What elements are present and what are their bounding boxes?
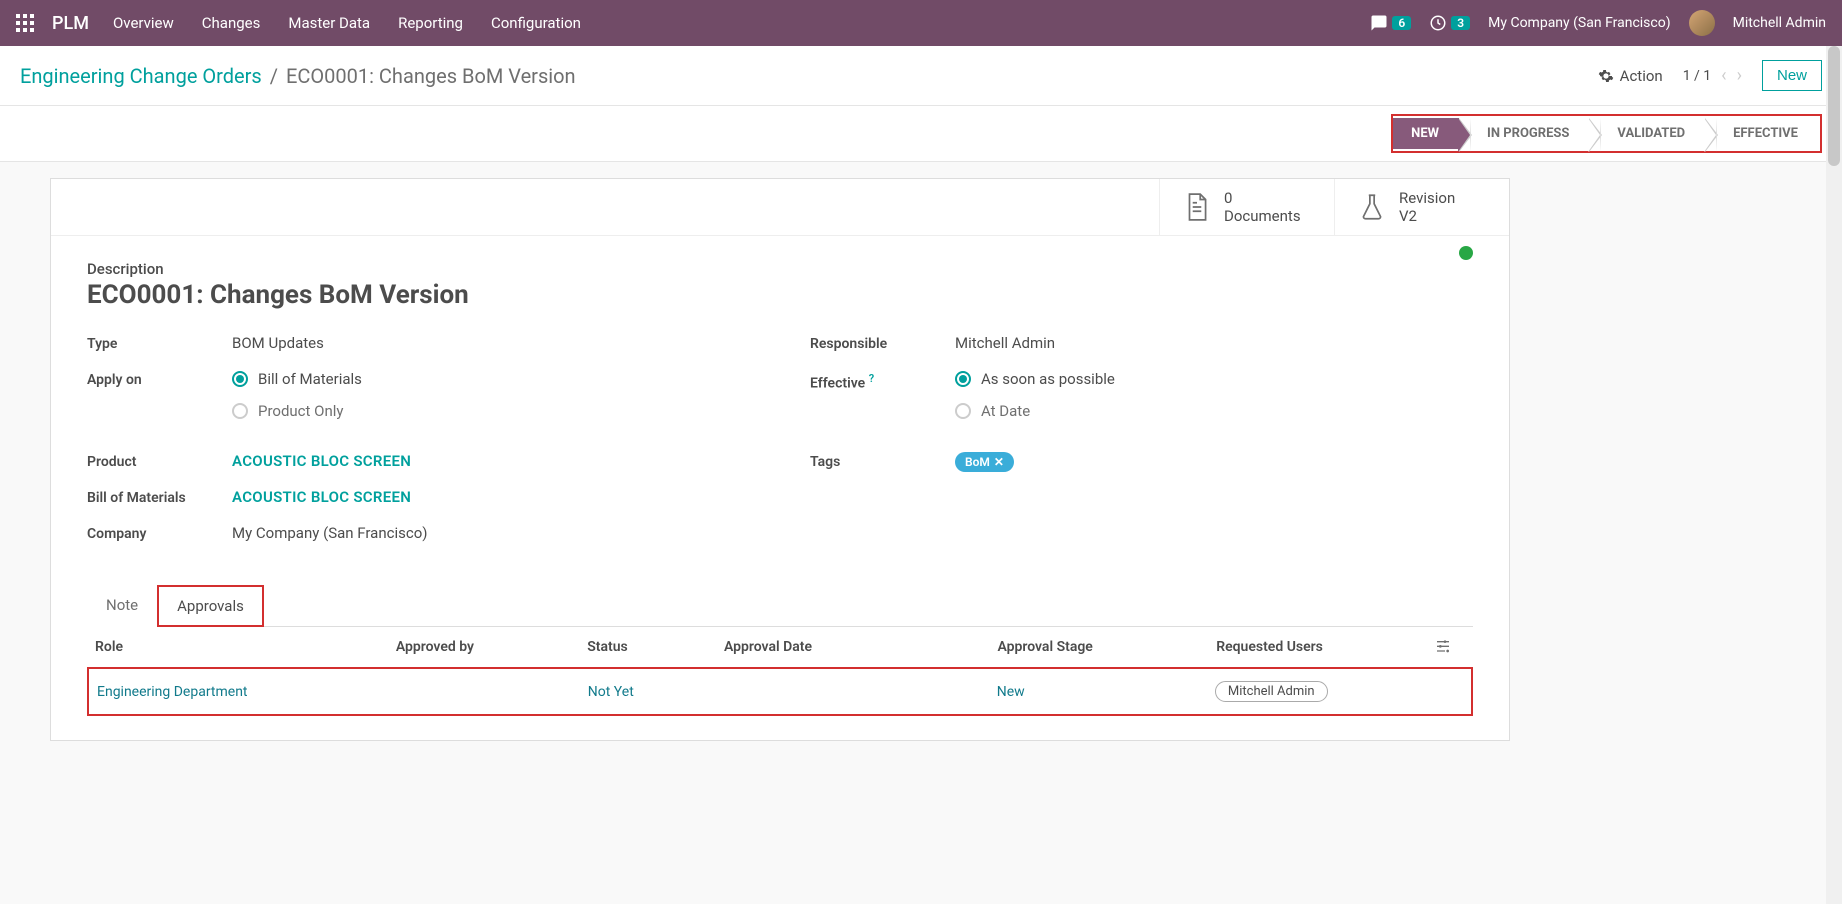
cell-approval-stage[interactable]: New [997, 684, 1215, 700]
messages-button[interactable]: 6 [1370, 14, 1411, 32]
nav-master-data[interactable]: Master Data [288, 14, 370, 32]
action-label: Action [1620, 67, 1663, 85]
user-menu[interactable]: Mitchell Admin [1733, 15, 1826, 31]
app-brand[interactable]: PLM [52, 13, 89, 34]
product-value[interactable]: ACOUSTIC BLOC SCREEN [232, 452, 750, 470]
cell-status[interactable]: Not Yet [588, 684, 724, 700]
file-icon [1184, 192, 1210, 222]
new-button[interactable]: New [1762, 60, 1822, 91]
header-role: Role [95, 639, 396, 655]
messages-badge: 6 [1392, 16, 1411, 30]
apply-on-label: Apply on [87, 370, 232, 388]
tabs: Note Approvals Role Approved by Status A… [87, 584, 1473, 716]
breadcrumb-current: ECO0001: Changes BoM Version [286, 64, 576, 88]
tags-label: Tags [810, 452, 955, 470]
radio-icon [955, 403, 971, 419]
nav-links: Overview Changes Master Data Reporting C… [113, 14, 581, 32]
nav-changes[interactable]: Changes [202, 14, 261, 32]
nav-reporting[interactable]: Reporting [398, 14, 463, 32]
apply-on-bom-option[interactable]: Bill of Materials [232, 370, 750, 388]
kanban-state-dot[interactable] [1459, 246, 1473, 260]
columns-config-icon[interactable] [1435, 639, 1465, 655]
pager-prev[interactable]: ‹ [1721, 65, 1726, 86]
gear-icon [1598, 68, 1614, 84]
product-label: Product [87, 452, 232, 470]
header-approval-stage: Approval Stage [997, 639, 1216, 655]
tag-bom[interactable]: BoM ✕ [955, 452, 1014, 472]
statusbar: NEW IN PROGRESS VALIDATED EFFECTIVE [1391, 114, 1822, 153]
form-sheet: 0 Documents Revision V2 Description ECO0… [50, 178, 1510, 741]
table-row[interactable]: Engineering Department Not Yet New Mitch… [87, 667, 1473, 716]
cell-requested-users[interactable]: Mitchell Admin [1215, 681, 1433, 702]
scrollbar[interactable] [1826, 46, 1842, 904]
effective-asap-option[interactable]: As soon as possible [955, 370, 1473, 388]
radio-icon [232, 403, 248, 419]
radio-icon [232, 371, 248, 387]
form-right-column: Responsible Mitchell Admin Effective ? A… [810, 334, 1473, 560]
record-title[interactable]: ECO0001: Changes BoM Version [87, 280, 1473, 310]
stat-documents[interactable]: 0 Documents [1159, 179, 1334, 235]
cell-role[interactable]: Engineering Department [97, 684, 397, 700]
tag-remove-icon[interactable]: ✕ [994, 455, 1004, 469]
revision-label: Revision [1399, 189, 1455, 207]
clock-icon [1429, 14, 1447, 32]
table-header: Role Approved by Status Approval Date Ap… [87, 627, 1473, 668]
company-selector[interactable]: My Company (San Francisco) [1488, 15, 1670, 31]
breadcrumb: Engineering Change Orders / ECO0001: Cha… [20, 64, 576, 88]
top-navbar: PLM Overview Changes Master Data Reporti… [0, 0, 1842, 46]
apps-icon[interactable] [16, 14, 34, 32]
company-value[interactable]: My Company (San Francisco) [232, 524, 750, 542]
description-label: Description [87, 260, 1473, 278]
header-approved-by: Approved by [396, 639, 587, 655]
responsible-value[interactable]: Mitchell Admin [955, 334, 1473, 352]
responsible-label: Responsible [810, 334, 955, 352]
stage-new[interactable]: NEW [1393, 118, 1459, 149]
tab-approvals[interactable]: Approvals [157, 585, 264, 627]
effective-label: Effective ? [810, 370, 955, 392]
button-box: 0 Documents Revision V2 [51, 179, 1509, 236]
company-label: Company [87, 524, 232, 542]
bom-label: Bill of Materials [87, 488, 232, 506]
stat-revision[interactable]: Revision V2 [1334, 179, 1509, 235]
tags-field[interactable]: BoM ✕ [955, 452, 1473, 472]
stage-in-progress[interactable]: IN PROGRESS [1459, 118, 1589, 149]
activities-badge: 3 [1451, 16, 1470, 30]
user-chip[interactable]: Mitchell Admin [1215, 681, 1328, 702]
header-approval-date: Approval Date [724, 639, 997, 655]
documents-count: 0 [1224, 189, 1301, 207]
nav-overview[interactable]: Overview [113, 14, 174, 32]
bom-value[interactable]: ACOUSTIC BLOC SCREEN [232, 488, 750, 506]
flask-icon [1359, 192, 1385, 222]
form-left-column: Type BOM Updates Apply on Bill of Materi… [87, 334, 750, 560]
header-status: Status [587, 639, 724, 655]
stage-validated[interactable]: VALIDATED [1589, 118, 1705, 149]
action-button[interactable]: Action [1598, 67, 1663, 85]
effective-atdate-option[interactable]: At Date [955, 402, 1473, 420]
revision-value: V2 [1399, 207, 1455, 225]
approvals-table: Role Approved by Status Approval Date Ap… [87, 627, 1473, 716]
tab-note[interactable]: Note [87, 585, 157, 627]
pager-next[interactable]: › [1737, 65, 1742, 86]
stage-effective[interactable]: EFFECTIVE [1705, 118, 1818, 149]
pager-value[interactable]: 1 / 1 [1683, 68, 1711, 84]
avatar[interactable] [1689, 10, 1715, 36]
statusbar-row: NEW IN PROGRESS VALIDATED EFFECTIVE [0, 106, 1842, 162]
apply-on-product-option[interactable]: Product Only [232, 402, 750, 420]
help-icon[interactable]: ? [869, 372, 874, 385]
control-bar: Engineering Change Orders / ECO0001: Cha… [0, 46, 1842, 106]
header-requested-users: Requested Users [1216, 639, 1435, 655]
activities-button[interactable]: 3 [1429, 14, 1470, 32]
type-value[interactable]: BOM Updates [232, 334, 750, 352]
type-label: Type [87, 334, 232, 352]
documents-label: Documents [1224, 207, 1301, 225]
breadcrumb-root[interactable]: Engineering Change Orders [20, 64, 262, 88]
nav-configuration[interactable]: Configuration [491, 14, 581, 32]
chat-icon [1370, 14, 1388, 32]
pager: 1 / 1 ‹ › [1683, 65, 1742, 86]
radio-icon [955, 371, 971, 387]
breadcrumb-separator: / [270, 64, 278, 88]
